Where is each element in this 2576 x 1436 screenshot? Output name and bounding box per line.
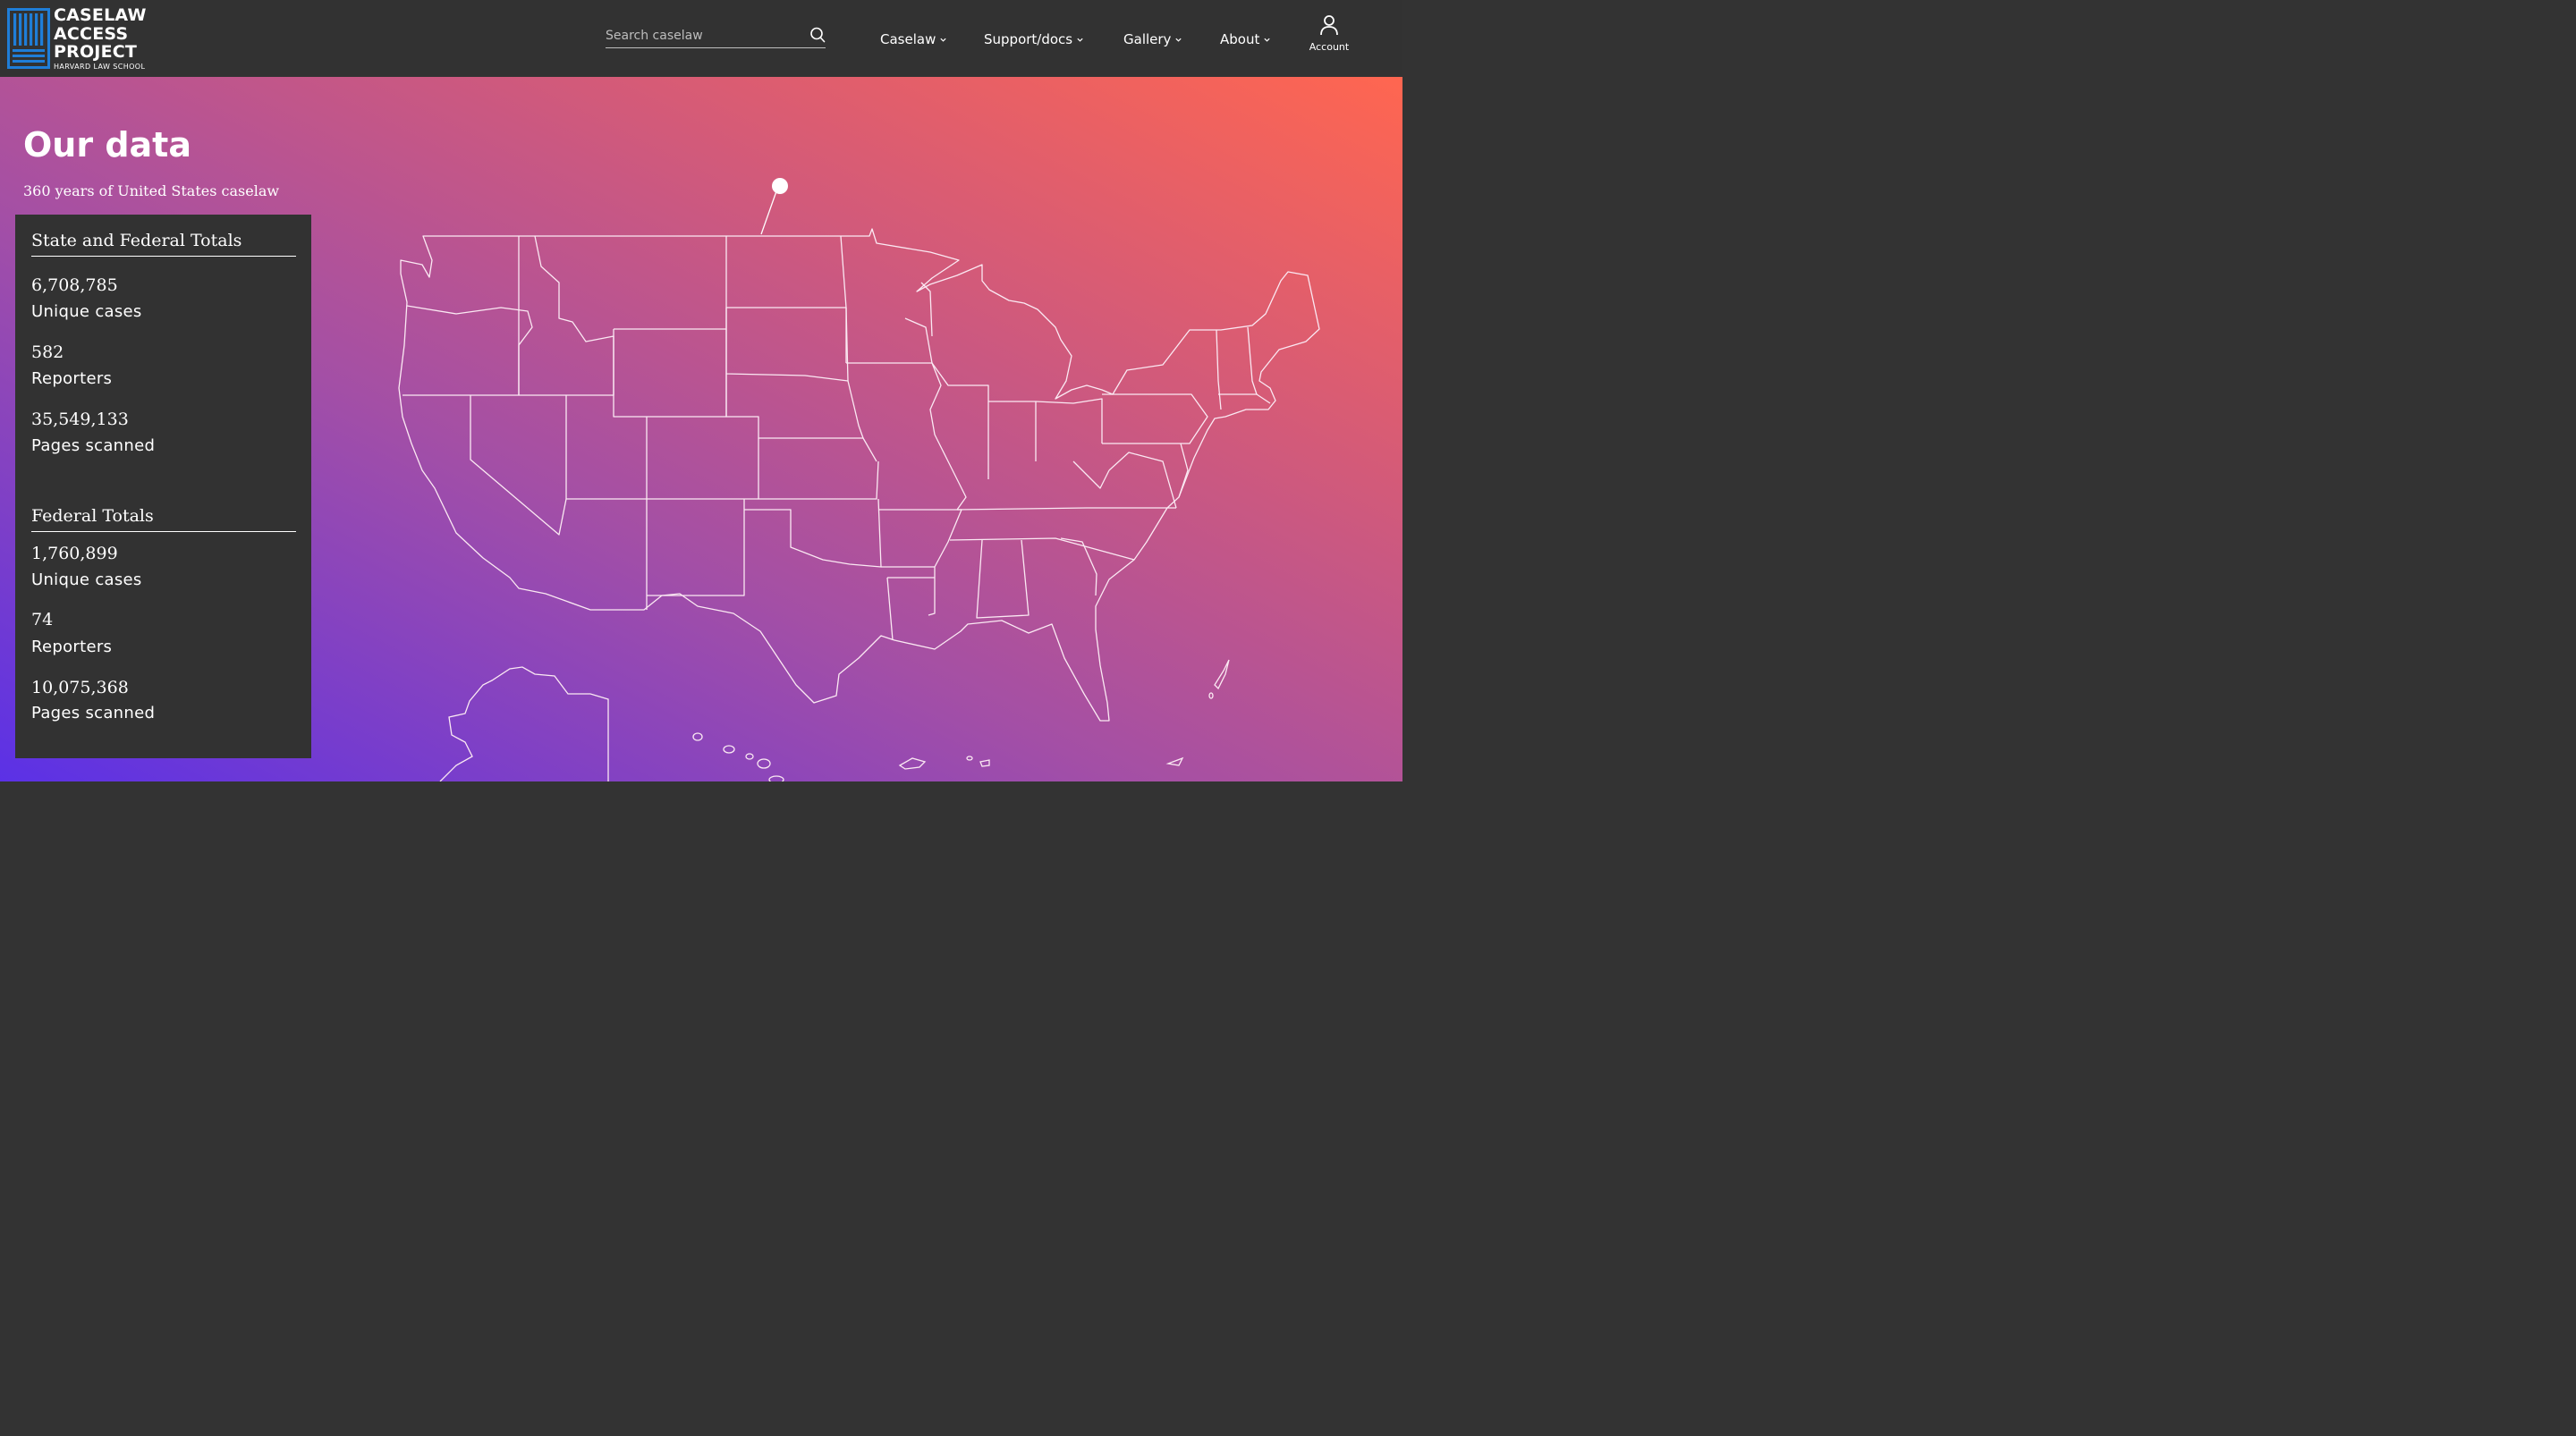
hawaii-islands <box>692 732 784 781</box>
state-federal-unique-cases-value: 6,708,785 <box>31 275 118 295</box>
account-label: Account <box>1309 41 1350 53</box>
logo-wordmark: CASELAW ACCESS PROJECT HARVARD LAW SCHOO… <box>54 6 147 71</box>
state-border <box>613 329 727 418</box>
state-border <box>1102 393 1208 444</box>
state-border <box>956 507 1176 511</box>
state-border <box>931 362 989 479</box>
caselaw-access-project-logo[interactable]: CASELAW ACCESS PROJECT HARVARD LAW SCHOO… <box>7 5 159 72</box>
page-title: Our data <box>23 125 191 165</box>
logo-subtitle: HARVARD LAW SCHOOL <box>54 62 146 71</box>
federal-reporters-label: Reporters <box>31 638 113 656</box>
state-border <box>1178 443 1189 498</box>
state-border <box>949 537 1135 561</box>
alaska-outline <box>439 666 609 781</box>
state-border <box>1072 460 1110 489</box>
logo-mark-icon <box>7 8 50 69</box>
state-border <box>1108 452 1177 509</box>
federal-totals-heading: Federal Totals <box>31 506 296 532</box>
logo-line-access: ACCESS <box>54 23 129 44</box>
user-icon <box>1320 15 1338 36</box>
top-navigation-bar: CASELAW ACCESS PROJECT HARVARD LAW SCHOO… <box>0 0 1402 77</box>
page-subtitle: 360 years of United States caselaw <box>23 182 280 199</box>
state-border <box>1035 398 1103 443</box>
state-border <box>904 317 933 364</box>
search-field <box>606 25 826 48</box>
search-input[interactable] <box>606 25 802 46</box>
state-border <box>976 539 1030 619</box>
nav-support-docs-label: Support/docs <box>984 31 1073 47</box>
state-federal-unique-cases-label: Unique cases <box>31 302 142 321</box>
federal-unique-cases-value: 1,760,899 <box>31 544 118 563</box>
nav-about-menu[interactable]: About <box>1220 30 1271 48</box>
search-icon[interactable] <box>809 27 826 43</box>
state-border <box>758 438 879 500</box>
state-border <box>402 305 533 396</box>
chevron-down-icon <box>1077 38 1083 42</box>
state-border <box>647 499 745 596</box>
chevron-down-icon <box>1175 38 1182 42</box>
state-border <box>565 395 647 500</box>
federal-unique-cases-label: Unique cases <box>31 570 142 589</box>
state-border <box>928 567 936 616</box>
state-border <box>1060 537 1097 596</box>
state-border <box>725 374 877 462</box>
state-border <box>847 380 864 439</box>
nav-about-label: About <box>1220 31 1260 47</box>
contiguous-us-outline <box>398 228 1320 722</box>
federal-pages-label: Pages scanned <box>31 704 156 722</box>
nav-gallery-menu[interactable]: Gallery <box>1123 30 1182 48</box>
state-federal-reporters-value: 582 <box>31 342 64 362</box>
state-border <box>1218 393 1271 404</box>
state-border <box>886 577 894 641</box>
account-button[interactable]: Account <box>1304 14 1354 53</box>
state-border <box>1216 329 1222 410</box>
state-border <box>519 235 614 396</box>
state-border <box>470 395 567 536</box>
nav-caselaw-menu[interactable]: Caselaw <box>880 30 947 48</box>
state-federal-pages-value: 35,549,133 <box>31 410 129 429</box>
state-federal-totals-heading: State and Federal Totals <box>31 231 296 257</box>
chevron-down-icon <box>940 38 946 42</box>
state-border <box>988 401 1037 461</box>
federal-reporters-value: 74 <box>31 610 54 629</box>
state-federal-pages-label: Pages scanned <box>31 436 156 455</box>
our-data-hero: Our data 360 years of United States case… <box>0 77 1402 781</box>
chevron-down-icon <box>1264 38 1270 42</box>
state-border <box>878 509 962 568</box>
nav-support-docs-menu[interactable]: Support/docs <box>984 30 1084 48</box>
logo-line-project: PROJECT <box>54 42 138 62</box>
state-outlines <box>398 228 1320 722</box>
state-border <box>725 307 849 382</box>
state-border <box>744 498 882 568</box>
federal-pages-value: 10,075,368 <box>31 678 129 697</box>
territory-outlines <box>898 659 1230 770</box>
state-federal-reporters-label: Reporters <box>31 369 113 388</box>
totals-panel: State and Federal Totals 6,708,785 Uniqu… <box>15 215 311 758</box>
state-border <box>920 282 933 337</box>
nav-caselaw-label: Caselaw <box>880 31 936 47</box>
state-border <box>614 236 727 330</box>
nav-gallery-label: Gallery <box>1123 31 1172 47</box>
state-border <box>646 417 758 500</box>
location-pin-marker[interactable] <box>760 178 788 235</box>
state-border <box>1247 326 1258 395</box>
state-border <box>726 235 847 308</box>
logo-line-caselaw: CASELAW <box>54 5 147 25</box>
